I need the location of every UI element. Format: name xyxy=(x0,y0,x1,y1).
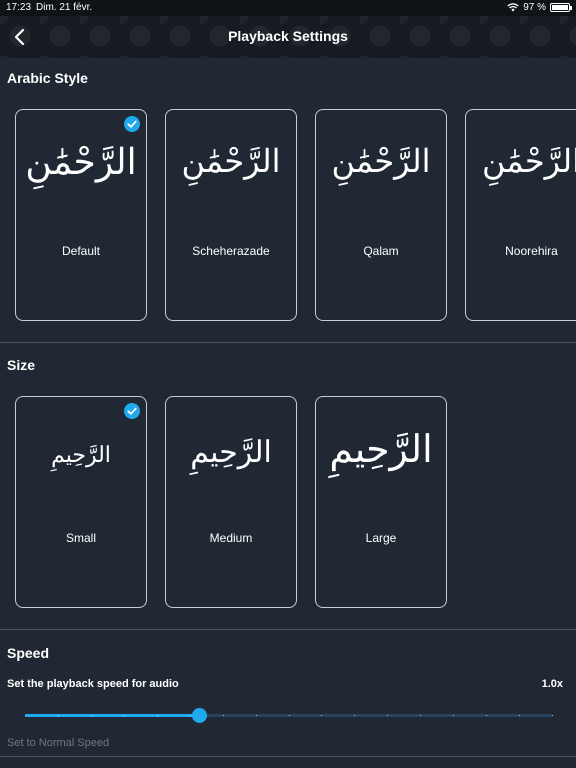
style-option-label: Noorehira xyxy=(505,244,558,258)
size-option-small[interactable]: الرَّحِيمِ Small xyxy=(15,396,147,608)
navigation-bar: Playback Settings xyxy=(0,16,576,58)
size-option-label: Large xyxy=(365,531,397,545)
slider-tick xyxy=(354,715,356,716)
battery-icon xyxy=(550,3,572,12)
size-option-large[interactable]: الرَّحِيمِ Large xyxy=(315,396,447,608)
speed-description: Set the playback speed for audio xyxy=(7,678,179,690)
section-divider xyxy=(0,629,576,630)
slider-tick xyxy=(288,715,290,716)
slider-tick xyxy=(321,715,323,716)
slider-tick xyxy=(123,715,125,716)
slider-tick xyxy=(156,715,158,716)
slider-tick xyxy=(25,715,26,716)
reset-speed-button[interactable]: Set to Normal Speed xyxy=(7,737,109,749)
slider-tick xyxy=(453,715,455,716)
battery-fill xyxy=(552,5,568,10)
section-divider xyxy=(0,756,576,757)
section-title-arabic-style: Arabic Style xyxy=(7,70,88,86)
page-title: Playback Settings xyxy=(228,28,348,44)
check-circle-icon xyxy=(124,403,140,419)
status-bar: 17:23 Dim. 21 févr. 97 % xyxy=(0,0,576,16)
slider-tick xyxy=(420,715,422,716)
style-option-noorehira[interactable]: الرَّحْمَٰنِ Noorehira xyxy=(465,109,576,321)
slider-tick xyxy=(552,715,553,716)
section-title-size: Size xyxy=(7,357,36,373)
size-option-label: Medium xyxy=(209,531,253,545)
size-sample: الرَّحِيمِ xyxy=(190,435,272,470)
status-date: Dim. 21 févr. xyxy=(36,2,93,13)
style-option-scheherazade[interactable]: الرَّحْمَٰنِ Scheherazade xyxy=(165,109,297,321)
slider-tick xyxy=(486,715,488,716)
slider-tick xyxy=(387,715,389,716)
wifi-icon xyxy=(507,3,519,12)
slider-tick xyxy=(189,715,191,716)
slider-tick xyxy=(57,715,59,716)
style-option-label: Default xyxy=(61,244,101,258)
battery-text: 97 % xyxy=(523,2,546,13)
speed-slider[interactable] xyxy=(22,705,553,725)
section-title-speed: Speed xyxy=(7,645,50,661)
slider-fill xyxy=(25,714,200,717)
size-option-medium[interactable]: الرَّحِيمِ Medium xyxy=(165,396,297,608)
style-option-qalam[interactable]: الرَّحْمَٰنِ Qalam xyxy=(315,109,447,321)
slider-tick xyxy=(222,715,224,716)
check-circle-icon xyxy=(124,116,140,132)
speed-value: 1.0x xyxy=(541,678,563,690)
size-sample: الرَّحِيمِ xyxy=(51,443,111,468)
section-divider xyxy=(0,342,576,343)
slider-tick xyxy=(255,715,257,716)
style-option-label: Qalam xyxy=(363,244,399,258)
arabic-style-sample: الرَّحْمَٰنِ xyxy=(331,142,431,180)
arabic-style-sample: الرَّحْمَٰنِ xyxy=(181,142,281,180)
status-time: 17:23 xyxy=(6,2,32,13)
style-option-label: Scheherazade xyxy=(192,244,270,258)
size-option-label: Small xyxy=(65,531,96,545)
arabic-style-sample: الرَّحْمَٰنِ xyxy=(25,142,137,183)
slider-tick xyxy=(519,715,521,716)
slider-thumb[interactable] xyxy=(192,708,208,723)
size-sample: الرَّحِيمِ xyxy=(329,427,433,471)
style-option-default[interactable]: الرَّحْمَٰنِ Default xyxy=(15,109,147,321)
status-right: 97 % xyxy=(507,2,572,13)
arabic-style-sample: الرَّحْمَٰنِ xyxy=(482,142,576,180)
slider-tick xyxy=(90,715,92,716)
